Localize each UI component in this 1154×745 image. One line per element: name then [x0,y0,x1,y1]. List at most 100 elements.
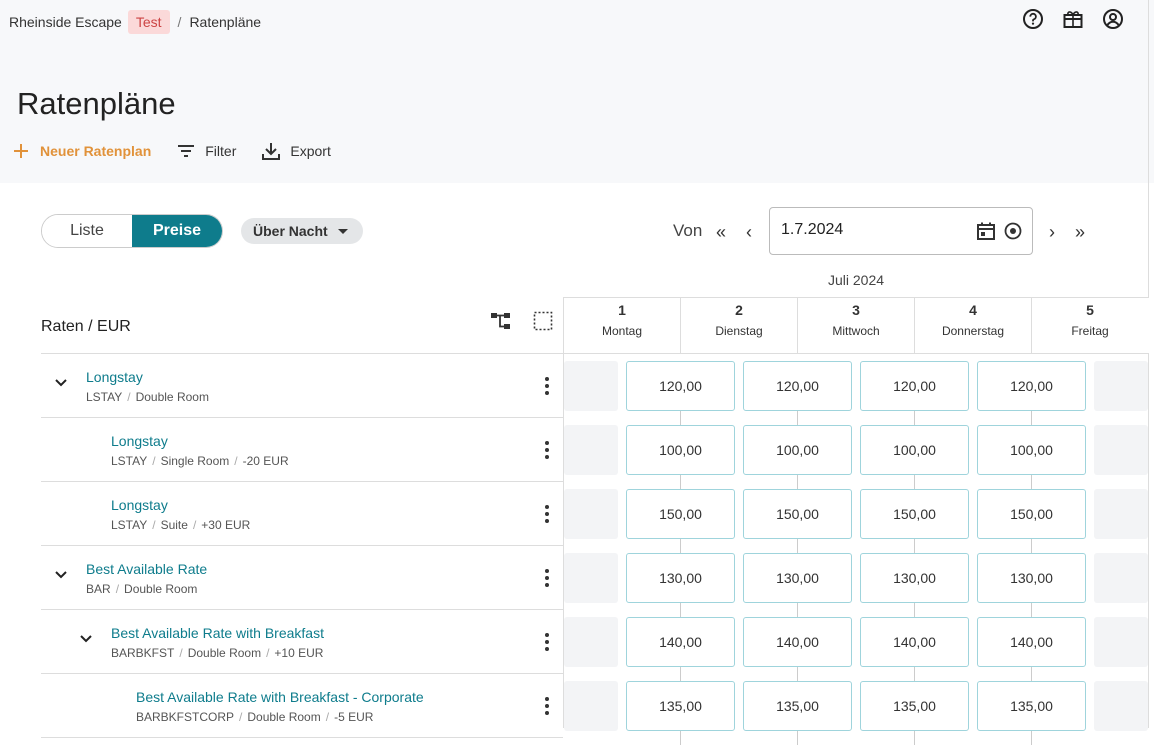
price-cell[interactable]: 130,00 [860,553,969,603]
row-connector [914,667,915,681]
price-cell-placeholder [564,361,618,411]
separator: / [234,454,238,468]
stay-type-dropdown[interactable]: Über Nacht [241,218,363,244]
export-button[interactable]: Export [262,142,331,160]
new-rate-plan-button[interactable]: Neuer Ratenplan [12,142,151,160]
row-connector [797,667,798,681]
hierarchy-icon[interactable] [490,311,512,331]
price-cell[interactable]: 100,00 [626,425,735,475]
row-connector [914,731,915,745]
more-options-icon[interactable] [545,633,549,654]
price-cell[interactable]: 100,00 [977,425,1086,475]
more-options-icon[interactable] [545,505,549,526]
rate-title[interactable]: Best Available Rate with Breakfast - Cor… [136,689,424,705]
price-cell[interactable]: 135,00 [860,681,969,731]
row-connector [914,411,915,425]
action-bar: Neuer Ratenplan Filter Export [12,142,357,160]
more-options-icon[interactable] [545,697,549,718]
date-input[interactable] [781,221,961,239]
rate-code: LSTAY [111,454,148,468]
price-cell[interactable]: 100,00 [860,425,969,475]
rate-row[interactable]: Best Available Rate with Breakfast BARBKF… [41,610,563,674]
price-cell[interactable]: 130,00 [626,553,735,603]
chevron-right-icon[interactable]: › [1043,222,1061,243]
breadcrumb-property[interactable]: Rheinside Escape [9,14,122,30]
date-field [769,207,1033,255]
price-cell-placeholder [1094,681,1148,731]
price-cell[interactable]: 140,00 [743,617,852,667]
separator: / [152,518,156,532]
rate-row[interactable]: Longstay LSTAY / Double Room [41,354,563,418]
calendar-icon[interactable] [976,221,996,241]
from-label: Von [673,221,703,240]
chevron-down-icon[interactable] [78,630,94,646]
price-cell[interactable]: 120,00 [743,361,852,411]
rate-room: Double Room [247,710,321,724]
rate-row[interactable]: Longstay LSTAY / Single Room / -20 EUR [41,418,563,482]
rate-row[interactable]: Longstay LSTAY / Suite / +30 EUR [41,482,563,546]
price-cell[interactable]: 150,00 [860,489,969,539]
scrollbar-track [1148,0,1149,728]
price-cell[interactable]: 120,00 [626,361,735,411]
chevron-down-icon[interactable] [53,374,69,390]
price-cell[interactable]: 135,00 [743,681,852,731]
chevron-left-icon[interactable]: ‹ [740,222,758,243]
rate-code: BARBKFST [111,646,175,660]
price-cell[interactable]: 120,00 [977,361,1086,411]
row-connector [680,411,681,425]
price-cell[interactable]: 140,00 [977,617,1086,667]
rate-row[interactable]: Best Available Rate with Breakfast - Cor… [41,674,563,738]
price-cell-placeholder [1094,553,1148,603]
row-connector [680,731,681,745]
price-cell[interactable]: 135,00 [626,681,735,731]
more-options-icon[interactable] [545,441,549,462]
price-cell[interactable]: 140,00 [626,617,735,667]
today-icon[interactable] [1004,222,1022,240]
day-column-header: 4 Donnerstag [914,298,1031,353]
price-cell[interactable]: 150,00 [743,489,852,539]
double-chevron-right-icon[interactable]: » [1071,222,1089,243]
price-cell[interactable]: 100,00 [743,425,852,475]
rate-adjustment: -5 EUR [334,710,374,724]
filter-button[interactable]: Filter [177,142,236,160]
separator: / [325,710,330,724]
account-icon[interactable] [1102,8,1124,30]
separator: / [152,454,156,468]
separator: / [179,646,183,660]
price-cell[interactable]: 150,00 [626,489,735,539]
rate-room: Suite [160,518,188,532]
price-cell[interactable]: 140,00 [860,617,969,667]
rate-title[interactable]: Best Available Rate with Breakfast [111,625,324,641]
double-chevron-left-icon[interactable]: « [712,222,730,243]
gift-icon[interactable] [1062,8,1084,30]
rate-room: Double Room [187,646,262,660]
more-options-icon[interactable] [545,377,549,398]
month-label: Juli 2024 [828,272,885,288]
more-options-icon[interactable] [545,569,549,590]
list-view-button[interactable]: Liste [42,215,132,247]
rate-title[interactable]: Longstay [111,433,168,449]
rate-title[interactable]: Longstay [111,497,168,513]
price-cell[interactable]: 120,00 [860,361,969,411]
new-rate-plan-label: Neuer Ratenplan [40,143,152,159]
chevron-down-icon[interactable] [53,566,69,582]
rate-row[interactable]: Best Available Rate BAR / Double Room [41,546,563,610]
rate-title[interactable]: Longstay [86,369,143,385]
price-cell[interactable]: 130,00 [743,553,852,603]
day-name: Donnerstag [941,324,1005,338]
price-cell[interactable]: 135,00 [977,681,1086,731]
row-connector [680,475,681,489]
row-connector [797,411,798,425]
rate-title[interactable]: Best Available Rate [86,561,207,577]
row-connector [914,539,915,553]
prices-view-button[interactable]: Preise [132,215,222,247]
help-icon[interactable] [1022,8,1044,30]
price-cell[interactable]: 130,00 [977,553,1086,603]
row-connector [680,667,681,681]
select-area-icon[interactable] [533,311,553,331]
price-cell[interactable]: 150,00 [977,489,1086,539]
separator: / [115,582,120,596]
rate-subtitle: BARBKFSTCORP / Double Room / -5 EUR [136,710,373,724]
rate-subtitle: LSTAY / Double Room [86,390,209,404]
page-title: Ratenpläne [17,86,176,121]
